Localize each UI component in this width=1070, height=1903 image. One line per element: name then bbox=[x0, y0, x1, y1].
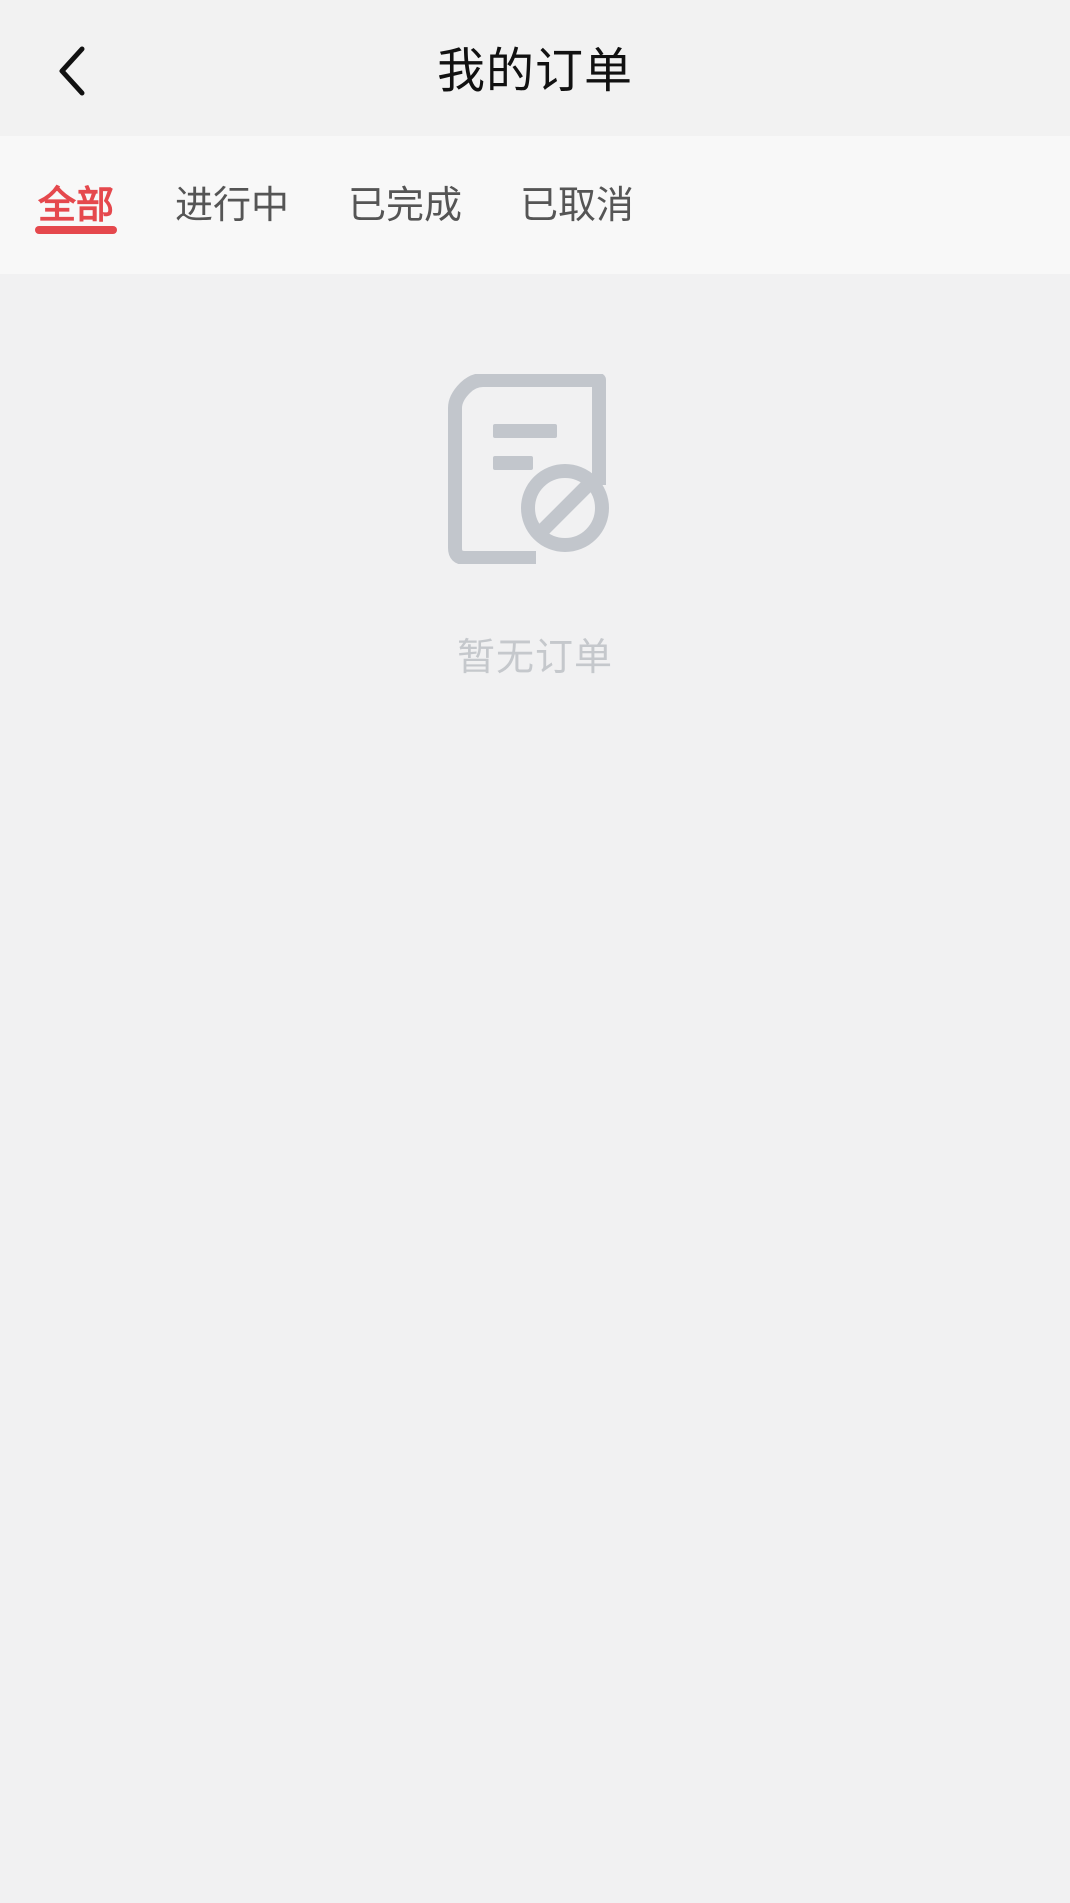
tab-completed[interactable]: 已完成 bbox=[343, 136, 467, 274]
order-tabs: 全部 进行中 已完成 已取消 bbox=[0, 136, 1070, 274]
tab-label: 已取消 bbox=[519, 183, 634, 227]
tab-label: 已完成 bbox=[347, 183, 462, 227]
tab-label: 进行中 bbox=[174, 183, 289, 227]
empty-state: 暂无订单 bbox=[0, 374, 1070, 682]
tab-cancelled[interactable]: 已取消 bbox=[515, 136, 639, 274]
tab-label: 全部 bbox=[37, 183, 114, 227]
page-title: 我的订单 bbox=[436, 43, 633, 99]
active-tab-indicator bbox=[35, 226, 117, 234]
order-empty-icon bbox=[448, 374, 609, 564]
tab-in-progress[interactable]: 进行中 bbox=[170, 136, 294, 274]
tab-all[interactable]: 全部 bbox=[32, 136, 120, 274]
top-nav-bar: 我的订单 bbox=[0, 0, 1070, 136]
empty-message: 暂无订单 bbox=[456, 635, 613, 679]
order-list-area: 暂无订单 bbox=[0, 274, 1070, 1903]
